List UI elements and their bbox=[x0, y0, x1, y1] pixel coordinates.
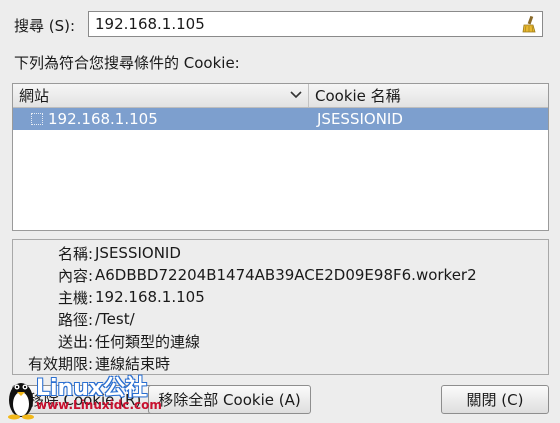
column-cookie-name-header[interactable]: Cookie 名稱 bbox=[309, 84, 548, 107]
detail-label: 主機: bbox=[57, 288, 93, 307]
detail-label: 內容: bbox=[57, 266, 93, 285]
detail-path: 路徑: /Test/ bbox=[13, 308, 135, 330]
watermark: Linux公社 www.Linuxidc.com bbox=[6, 368, 176, 423]
list-item[interactable]: 192.168.1.105 JSESSIONID bbox=[13, 108, 548, 130]
expander-icon[interactable] bbox=[31, 113, 43, 125]
detail-value: JSESSIONID bbox=[95, 244, 181, 262]
search-label: 搜尋 (S): bbox=[14, 16, 76, 35]
results-caption: 下列為符合您搜尋條件的 Cookie: bbox=[14, 54, 240, 72]
detail-value: /Test/ bbox=[95, 310, 135, 328]
list-item-site-text: 192.168.1.105 bbox=[48, 110, 158, 128]
detail-value: 任何類型的連線 bbox=[95, 332, 201, 351]
close-button[interactable]: 關閉 (C) bbox=[441, 385, 549, 414]
list-item-site: 192.168.1.105 bbox=[13, 110, 309, 128]
detail-send-for: 送出: 任何類型的連線 bbox=[13, 330, 200, 352]
column-site-label: 網站 bbox=[19, 87, 50, 105]
detail-value: A6DBBD72204B1474AB39ACE2D09E98F6.worker2 bbox=[95, 266, 477, 284]
tux-penguin-icon bbox=[8, 383, 34, 420]
detail-host: 主機: 192.168.1.105 bbox=[13, 286, 205, 308]
detail-content: 內容: A6DBBD72204B1474AB39ACE2D09E98F6.wor… bbox=[13, 264, 477, 286]
detail-name: 名稱: JSESSIONID bbox=[13, 242, 181, 264]
search-input[interactable] bbox=[95, 15, 515, 33]
list-header: 網站 Cookie 名稱 bbox=[13, 84, 548, 108]
clear-broom-icon[interactable] bbox=[520, 15, 538, 33]
detail-value: 192.168.1.105 bbox=[95, 288, 205, 306]
column-cookie-name-label: Cookie 名稱 bbox=[315, 87, 401, 105]
detail-label: 路徑: bbox=[57, 310, 93, 329]
detail-label: 名稱: bbox=[57, 244, 93, 263]
cookie-list[interactable]: 網站 Cookie 名稱 192.168.1.105 JSESSIONID bbox=[12, 83, 549, 231]
search-row: 搜尋 (S): bbox=[14, 12, 86, 38]
watermark-url: www.Linuxidc.com bbox=[36, 398, 162, 412]
search-field[interactable] bbox=[88, 11, 543, 37]
list-item-cookie-name: JSESSIONID bbox=[317, 110, 403, 128]
sort-chevron-down-icon bbox=[290, 91, 302, 99]
cookie-details: 名稱: JSESSIONID 內容: A6DBBD72204B1474AB39A… bbox=[12, 239, 549, 375]
detail-label: 送出: bbox=[57, 332, 93, 351]
column-site-header[interactable]: 網站 bbox=[13, 84, 309, 107]
